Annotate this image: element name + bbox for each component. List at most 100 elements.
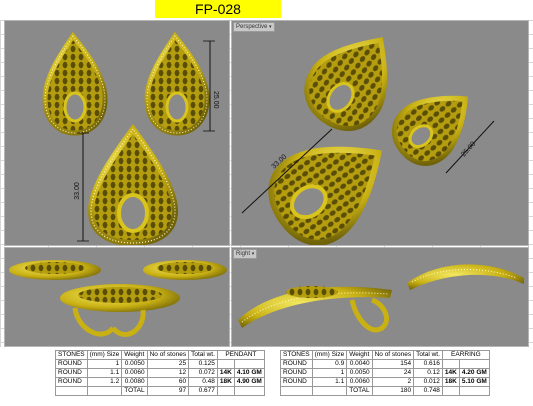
cell <box>233 386 265 396</box>
header-count: No of stones <box>146 350 190 360</box>
cell: ROUND <box>55 368 88 378</box>
cell: ROUND <box>280 359 313 369</box>
side-views-left <box>9 260 227 337</box>
header-weight: Weight <box>346 350 373 360</box>
table-row: ROUND 1.2 0.0080 60 0.48 18K 4.90 GM <box>55 377 265 387</box>
cell: 154 <box>371 359 415 369</box>
cell <box>441 386 460 396</box>
dropdown-arrow-icon: ▾ <box>251 251 255 257</box>
viewport-bottom-right[interactable]: Right ▾ <box>231 247 529 347</box>
earring-table: STONES (mm) Size Weight No of stones Tot… <box>280 350 490 396</box>
metal-weight: 5.10 GM <box>458 377 490 387</box>
table-row: ROUND 0.9 0.0040 154 0.616 <box>280 359 490 369</box>
dropdown-arrow-icon: ▾ <box>269 24 272 30</box>
cell: 0.616 <box>413 359 443 369</box>
cell: ROUND <box>280 368 313 378</box>
earring-side-right <box>407 264 524 290</box>
cell: 0.0080 <box>121 377 148 387</box>
metal-karat: 14K <box>441 368 460 378</box>
viewport-top-right[interactable]: Perspective ▾ 33.00 25.00 <box>231 20 529 246</box>
drop-small-2 <box>144 31 210 136</box>
table-row: ROUND 1 0.0050 25 0.125 <box>55 359 265 369</box>
cell: 1 <box>86 359 123 369</box>
viewport-tab-right[interactable]: Right ▾ <box>233 249 258 259</box>
header-stones: STONES <box>280 350 313 360</box>
earring-side-1 <box>9 260 101 280</box>
cell <box>311 386 348 396</box>
metal-karat: 14K <box>216 368 235 378</box>
drop-perspective-large <box>268 146 383 245</box>
cell <box>216 386 235 396</box>
metal-karat: 18K <box>216 377 235 387</box>
earring-side-2 <box>143 260 227 280</box>
cell <box>86 386 123 396</box>
dimension-label-large: 33.00 <box>74 182 81 200</box>
table-row: ROUND 1.1 0.0060 2 0.012 18K 5.10 GM <box>280 377 490 387</box>
header-count: No of stones <box>371 350 415 360</box>
cell: 1 <box>311 368 348 378</box>
cell: 25 <box>146 359 190 369</box>
metal-weight: 4.20 GM <box>458 368 490 378</box>
cell <box>55 386 88 396</box>
cell <box>216 359 235 369</box>
header-total: Total wt. <box>413 350 443 360</box>
cell <box>458 359 490 369</box>
cell: 12 <box>146 368 190 378</box>
cell: 0.12 <box>413 368 443 378</box>
total-stones: 97 <box>146 386 190 396</box>
perspective-views: 33.00 25.00 <box>241 37 495 245</box>
header-weight: Weight <box>121 350 148 360</box>
cell: 60 <box>146 377 190 387</box>
cell <box>458 386 490 396</box>
cell <box>280 386 313 396</box>
table-label: PENDANT <box>216 350 265 360</box>
table-header-row: STONES (mm) Size Weight No of stones Tot… <box>55 350 265 360</box>
cell: 0.072 <box>188 368 218 378</box>
table-row: ROUND 1.1 0.0060 12 0.072 14K 4.10 GM <box>55 368 265 378</box>
total-label: TOTAL <box>121 386 148 396</box>
pendant-side-right <box>238 286 392 333</box>
cell: 0.125 <box>188 359 218 369</box>
cell: 0.0060 <box>346 377 373 387</box>
cell: 0.9 <box>311 359 348 369</box>
table-label: EARRING <box>441 350 490 360</box>
dimension-label-perspective-small: 25.00 <box>460 141 477 159</box>
cell: 0.0050 <box>346 368 373 378</box>
cell: 1.1 <box>311 377 348 387</box>
drop-perspective-right <box>391 95 469 166</box>
cell <box>441 359 460 369</box>
cell: 2 <box>371 377 415 387</box>
viewport-top-left[interactable]: 25.00 33.00 <box>4 20 230 246</box>
cell: 24 <box>371 368 415 378</box>
dimension-label-small: 25.00 <box>212 91 219 109</box>
cell: 0.48 <box>188 377 218 387</box>
cell: 1.1 <box>86 368 123 378</box>
header-size: (mm) Size <box>86 350 123 360</box>
pendant-front-views: 25.00 33.00 <box>42 31 219 245</box>
cell <box>233 359 265 369</box>
cell: 0.0040 <box>346 359 373 369</box>
header-size: (mm) Size <box>311 350 348 360</box>
total-weight: 0.748 <box>413 386 443 396</box>
drop-small-1 <box>42 31 108 136</box>
table-header-row: STONES (mm) Size Weight No of stones Tot… <box>280 350 490 360</box>
cell: ROUND <box>55 377 88 387</box>
cell: ROUND <box>55 359 88 369</box>
metal-weight: 4.10 GM <box>233 368 265 378</box>
cell: 1.2 <box>86 377 123 387</box>
cell: 0.0050 <box>121 359 148 369</box>
total-label: TOTAL <box>346 386 373 396</box>
table-total-row: TOTAL 180 0.748 <box>280 386 490 396</box>
cell: 0.012 <box>413 377 443 387</box>
table-total-row: TOTAL 97 0.677 <box>55 386 265 396</box>
cell: 0.0060 <box>121 368 148 378</box>
pendant-side <box>60 284 180 337</box>
table-row: ROUND 1 0.0050 24 0.12 14K 4.20 GM <box>280 368 490 378</box>
viewport-tab-perspective[interactable]: Perspective ▾ <box>233 22 275 32</box>
header-stones: STONES <box>55 350 88 360</box>
viewport-bottom-left[interactable] <box>4 247 230 347</box>
drop-large <box>87 123 179 245</box>
total-weight: 0.677 <box>188 386 218 396</box>
side-views-right <box>238 264 524 333</box>
dimension-large: 33.00 <box>74 132 89 242</box>
